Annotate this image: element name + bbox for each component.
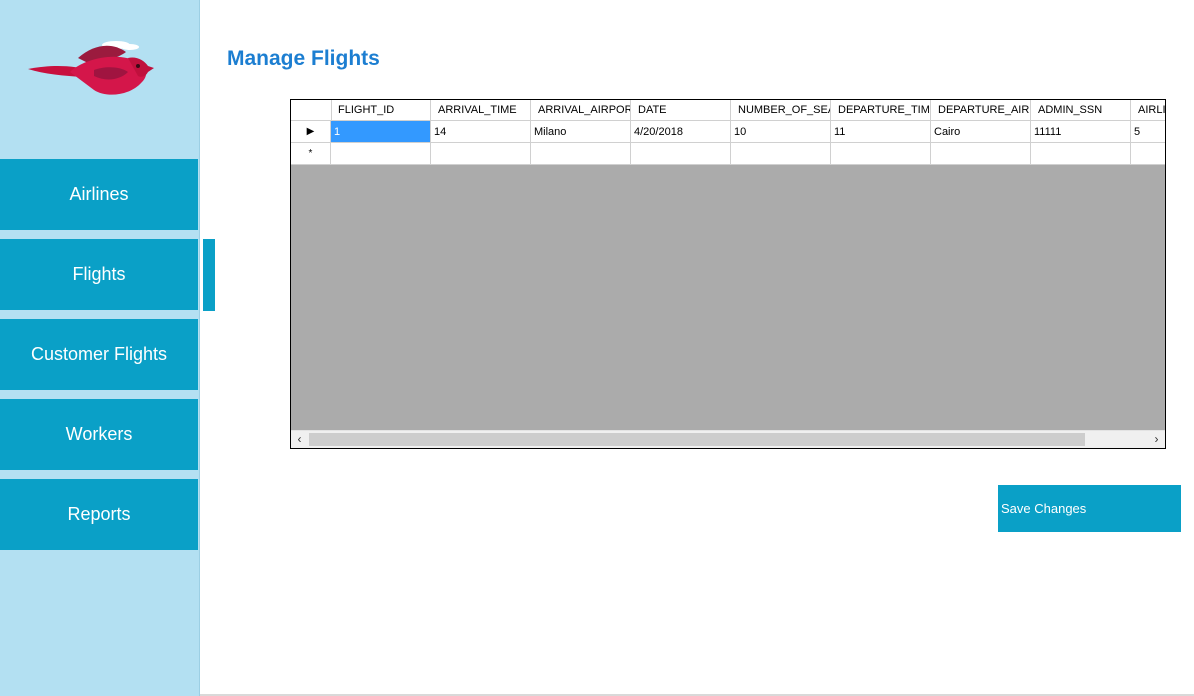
sidebar-item-customer-flights[interactable]: Customer Flights (0, 319, 198, 390)
table-cell[interactable] (531, 143, 631, 164)
column-header-departure-airport[interactable]: DEPARTURE_AIRPO (932, 100, 1031, 120)
save-changes-button[interactable]: Save Changes (998, 485, 1181, 532)
horizontal-scrollbar[interactable]: ‹ › (291, 430, 1165, 448)
column-header-flight-id[interactable]: FLIGHT_ID (332, 100, 431, 120)
column-header-arrival-time[interactable]: ARRIVAL_TIME (432, 100, 531, 120)
column-header-date[interactable]: DATE (632, 100, 731, 120)
sidebar-item-workers[interactable]: Workers (0, 399, 198, 470)
table-cell[interactable]: Milano (531, 121, 631, 142)
table-cell[interactable]: 11 (831, 121, 931, 142)
table-cell[interactable] (831, 143, 931, 164)
grid-header-row: FLIGHT_ID ARRIVAL_TIME ARRIVAL_AIRPORT D… (291, 100, 1165, 121)
sidebar-item-airlines[interactable]: Airlines (0, 159, 198, 230)
column-header-admin-ssn[interactable]: ADMIN_SSN (1032, 100, 1131, 120)
scrollbar-thumb[interactable] (309, 433, 1085, 446)
sidebar: Airlines Flights Customer Flights Worker… (0, 0, 200, 696)
table-cell[interactable] (931, 143, 1031, 164)
table-cell[interactable]: 1 (331, 121, 431, 142)
scroll-right-icon[interactable]: › (1148, 431, 1165, 448)
table-cell[interactable] (1031, 143, 1131, 164)
table-cell[interactable] (331, 143, 431, 164)
table-cell[interactable]: 14 (431, 121, 531, 142)
table-cell[interactable] (731, 143, 831, 164)
bird-logo-icon (28, 41, 154, 95)
grid-corner-cell[interactable] (291, 100, 332, 120)
column-header-departure-time[interactable]: DEPARTURE_TIME (832, 100, 931, 120)
table-cell[interactable] (1131, 143, 1165, 164)
table-cell[interactable] (631, 143, 731, 164)
table-row-new[interactable]: * (291, 143, 1165, 165)
scroll-left-icon[interactable]: ‹ (291, 431, 308, 448)
table-cell[interactable]: 5 (1131, 121, 1165, 142)
flights-data-grid[interactable]: FLIGHT_ID ARRIVAL_TIME ARRIVAL_AIRPORT D… (290, 99, 1166, 449)
row-header-current[interactable]: ▶ (291, 121, 331, 142)
table-row[interactable]: ▶ 1 14 Milano 4/20/2018 10 11 Cairo 1111… (291, 121, 1165, 143)
table-cell[interactable]: 4/20/2018 (631, 121, 731, 142)
sidebar-item-flights[interactable]: Flights (0, 239, 198, 310)
table-cell[interactable]: 10 (731, 121, 831, 142)
column-header-number-of-seat[interactable]: NUMBER_OF_SEAT (732, 100, 831, 120)
sidebar-item-reports[interactable]: Reports (0, 479, 198, 550)
row-header-new[interactable]: * (291, 143, 331, 164)
table-cell[interactable] (431, 143, 531, 164)
table-cell[interactable]: Cairo (931, 121, 1031, 142)
column-header-arrival-airport[interactable]: ARRIVAL_AIRPORT (532, 100, 631, 120)
page-title: Manage Flights (227, 47, 380, 70)
column-header-airline[interactable]: AIRLI (1132, 100, 1165, 120)
table-cell[interactable]: 11111 (1031, 121, 1131, 142)
active-nav-indicator (203, 239, 215, 311)
